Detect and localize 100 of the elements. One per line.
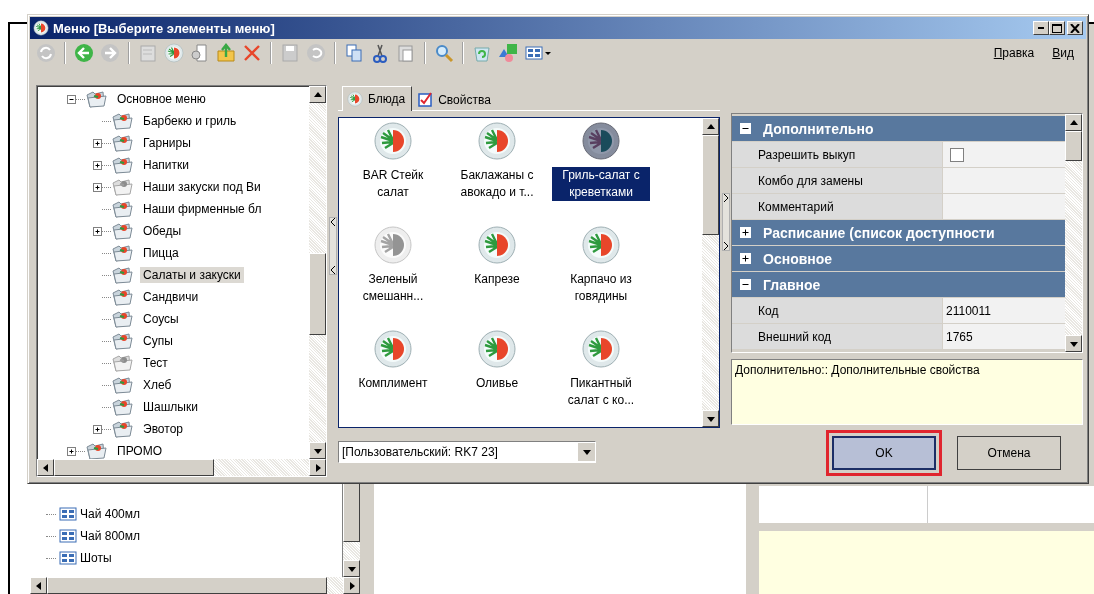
- search-icon[interactable]: [434, 43, 454, 63]
- tree-item[interactable]: Обеды: [140, 223, 185, 239]
- tree-item[interactable]: Напитки: [140, 157, 192, 173]
- maximize-button[interactable]: [1049, 21, 1065, 35]
- scroll-down-button[interactable]: [309, 442, 326, 459]
- tree-item[interactable]: Барбекю и гриль: [140, 113, 240, 129]
- property-name: Внешний код: [732, 324, 942, 349]
- shapes-icon[interactable]: [498, 43, 518, 63]
- scroll-left-button[interactable]: [30, 577, 47, 594]
- tab[interactable]: Свойства: [412, 88, 498, 110]
- scroll-right-button[interactable]: [343, 577, 360, 594]
- menu-item[interactable]: Правка: [987, 46, 1041, 60]
- minimize-icon: [1038, 27, 1044, 29]
- expand-button[interactable]: [67, 446, 76, 456]
- tree-item[interactable]: ПРОМО: [114, 443, 166, 459]
- minimize-button[interactable]: [1033, 21, 1049, 35]
- scroll-down-button[interactable]: [343, 560, 360, 577]
- minus-icon[interactable]: [740, 279, 751, 290]
- scrollbar-thumb[interactable]: [54, 459, 214, 476]
- tree-item[interactable]: Сандвичи: [140, 289, 202, 305]
- tree-item[interactable]: Пицца: [140, 245, 182, 261]
- scroll-right-button[interactable]: [309, 459, 326, 476]
- scrollbar-thumb[interactable]: [702, 135, 719, 235]
- grid-view-icon[interactable]: [524, 43, 552, 63]
- tree-item[interactable]: Шашлыки: [140, 399, 201, 415]
- tree-item[interactable]: Шоты: [77, 551, 115, 565]
- tree-item[interactable]: Чай 800мл: [77, 529, 143, 543]
- dish-item[interactable]: BAR Стейк салат: [344, 167, 442, 201]
- splitter-handle[interactable]: [328, 217, 337, 275]
- menu-item[interactable]: Вид: [1046, 46, 1080, 60]
- tree-item[interactable]: Основное меню: [114, 91, 209, 107]
- property-name: Код: [732, 298, 942, 323]
- scrollbar-thumb[interactable]: [1065, 131, 1082, 161]
- scroll-up-button[interactable]: [1065, 114, 1082, 131]
- tree-item[interactable]: Чай 400мл: [77, 507, 143, 521]
- dish-item[interactable]: Зеленый смешанн...: [344, 271, 442, 305]
- scroll-down-button[interactable]: [1065, 335, 1082, 352]
- expand-button[interactable]: [93, 226, 102, 236]
- grid-item-icon: [59, 507, 77, 521]
- expander-icon: [94, 139, 101, 147]
- tree-item[interactable]: Гарниры: [140, 135, 194, 151]
- document-icon[interactable]: [190, 43, 210, 63]
- checkbox[interactable]: [950, 147, 964, 162]
- scrollbar-thumb[interactable]: [309, 253, 326, 335]
- collapse-right-icon: [722, 194, 729, 202]
- splitter-handle[interactable]: [721, 193, 730, 251]
- section-header[interactable]: Дополнительно: [732, 116, 1065, 141]
- expand-button[interactable]: [93, 182, 102, 192]
- cut-icon[interactable]: [370, 43, 390, 63]
- scroll-down-button[interactable]: [702, 410, 719, 427]
- expand-button[interactable]: [93, 160, 102, 170]
- maximize-icon: [1052, 23, 1062, 33]
- section-header[interactable]: Расписание (список доступности: [732, 220, 1065, 245]
- window-title: Меню [Выберите элементы меню]: [53, 20, 276, 36]
- section-title: Расписание (список доступности: [763, 224, 995, 241]
- copy-icon[interactable]: [344, 43, 364, 63]
- plus-icon[interactable]: [740, 253, 751, 264]
- property-value: 1765: [946, 329, 973, 344]
- property-name: Комментарий: [732, 194, 942, 219]
- scroll-up-button[interactable]: [702, 118, 719, 135]
- dialog-button[interactable]: OK: [832, 436, 936, 470]
- delete-icon[interactable]: [242, 43, 262, 63]
- description-box: Дополнительно:: Дополнительные свойства: [731, 359, 1083, 425]
- section-header[interactable]: Основное: [732, 246, 1065, 271]
- dish-item[interactable]: Карпачо из говядины: [552, 271, 650, 305]
- dish-item[interactable]: Пикантный салат с ко...: [552, 375, 650, 409]
- scrollbar-thumb[interactable]: [47, 577, 327, 594]
- tree-item[interactable]: Наши фирменные бл: [140, 201, 265, 217]
- tree-item[interactable]: Тест: [140, 355, 171, 371]
- expand-button[interactable]: [93, 138, 102, 148]
- close-button[interactable]: [1067, 21, 1083, 35]
- scroll-left-button[interactable]: [37, 459, 54, 476]
- plate-icon: [347, 91, 363, 107]
- tree-item[interactable]: Салаты и закуски: [140, 267, 244, 283]
- tab[interactable]: Блюда: [342, 86, 413, 111]
- dish-item[interactable]: Баклажаны с авокадо и т...: [448, 167, 546, 201]
- dish-item[interactable]: Комплимент: [352, 375, 434, 392]
- tree-item[interactable]: Эвотор: [140, 421, 186, 437]
- collapse-right-icon: [722, 242, 729, 250]
- tree-item[interactable]: Хлеб: [140, 377, 175, 393]
- dish-item[interactable]: Оливье: [469, 375, 525, 392]
- plus-icon[interactable]: [740, 227, 751, 238]
- section-title: Главное: [763, 276, 821, 293]
- expand-button[interactable]: [93, 424, 102, 434]
- value-field[interactable]: [943, 168, 1065, 193]
- dish-item[interactable]: Капрезе: [468, 271, 526, 288]
- tree-item[interactable]: Соусы: [140, 311, 182, 327]
- collapse-button[interactable]: [67, 94, 76, 104]
- section-header[interactable]: Главное: [732, 272, 1065, 297]
- value-field[interactable]: [943, 194, 1065, 219]
- dish-item[interactable]: Гриль-салат с креветками: [552, 167, 650, 201]
- property-name: Разрешить выкуп: [732, 142, 942, 167]
- back-arrow-icon[interactable]: [74, 43, 94, 63]
- dialog-button[interactable]: Отмена: [957, 436, 1061, 470]
- tree-item[interactable]: Наши закуски под Ви: [140, 179, 264, 195]
- tree-item[interactable]: Супы: [140, 333, 176, 349]
- scroll-up-button[interactable]: [309, 86, 326, 103]
- minus-icon[interactable]: [740, 123, 751, 134]
- dropdown[interactable]: [Пользовательский: RK7 23]: [338, 441, 596, 463]
- section-title: Основное: [763, 250, 833, 267]
